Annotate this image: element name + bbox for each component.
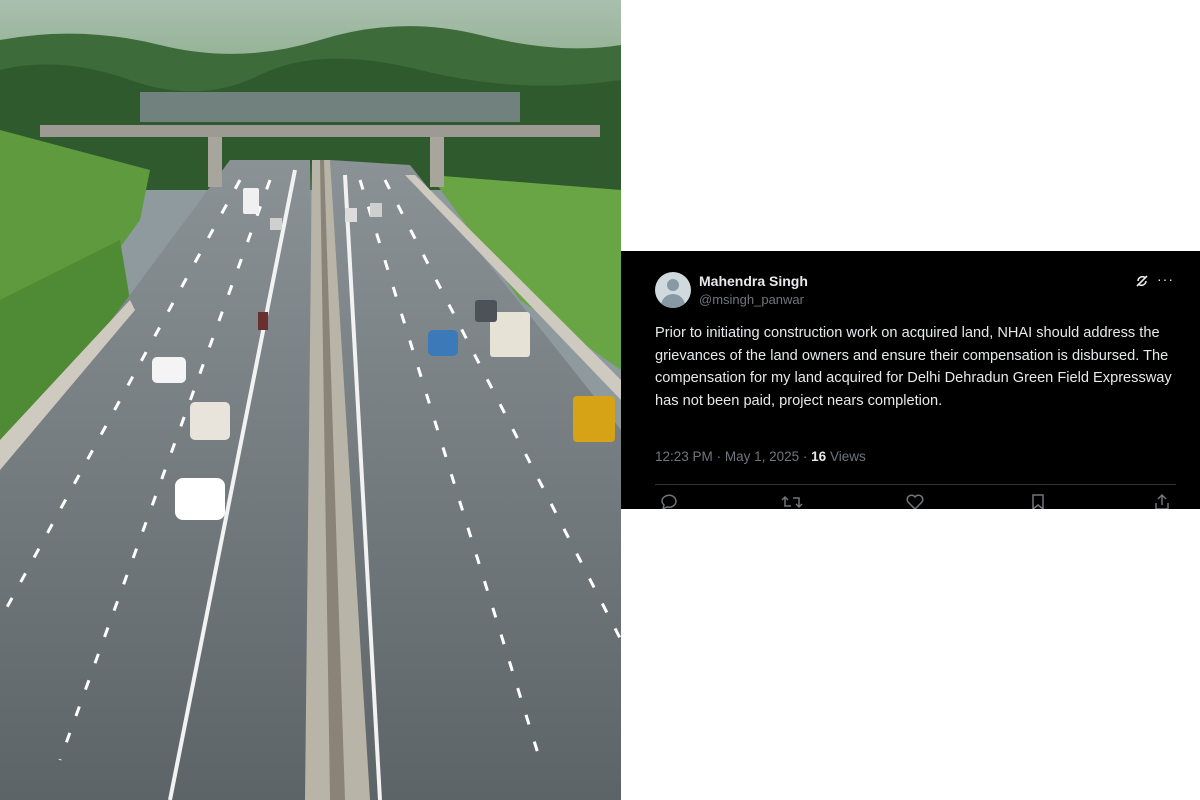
overpass-pillar-right	[430, 137, 444, 187]
tweet-meta: 12:23 PM · May 1, 2025 · 16 Views	[655, 449, 866, 464]
like-button[interactable]	[905, 493, 927, 509]
views-count: 16	[811, 449, 827, 464]
highway-illustration	[0, 0, 621, 800]
author-handle[interactable]: @msingh_panwar	[699, 292, 804, 307]
divider	[655, 484, 1176, 485]
meta-separator: ·	[716, 449, 722, 464]
retweet-icon	[781, 495, 803, 509]
share-icon	[1155, 493, 1169, 509]
views-label: Views	[829, 449, 866, 464]
tweet-time[interactable]: 12:23 PM	[655, 449, 713, 464]
avatar-head	[667, 279, 679, 291]
tweet-date[interactable]: May 1, 2025	[725, 449, 799, 464]
overpass-deck	[40, 125, 600, 137]
bookmark-button[interactable]	[1030, 493, 1052, 509]
overpass-pillar-left	[208, 137, 222, 187]
grok-icon[interactable]	[1134, 273, 1150, 289]
meta-separator: ·	[802, 449, 808, 464]
overpass-structure	[140, 92, 520, 122]
retweet-button[interactable]	[781, 493, 803, 509]
action-bar	[651, 493, 1181, 509]
tweet-text: Prior to initiating construction work on…	[655, 325, 1172, 409]
share-button[interactable]	[1153, 493, 1175, 509]
bookmark-icon	[1032, 494, 1044, 509]
author-name[interactable]: Mahendra Singh	[699, 273, 808, 289]
reply-icon	[661, 494, 677, 509]
more-options-icon[interactable]: ···	[1157, 271, 1174, 287]
reply-button[interactable]	[659, 493, 681, 509]
tweet-card: Mahendra Singh @msingh_panwar ··· Prior …	[621, 251, 1200, 509]
avatar-body	[661, 294, 685, 308]
like-icon	[906, 494, 924, 509]
avatar[interactable]	[655, 272, 691, 308]
highway-photo	[0, 0, 621, 800]
